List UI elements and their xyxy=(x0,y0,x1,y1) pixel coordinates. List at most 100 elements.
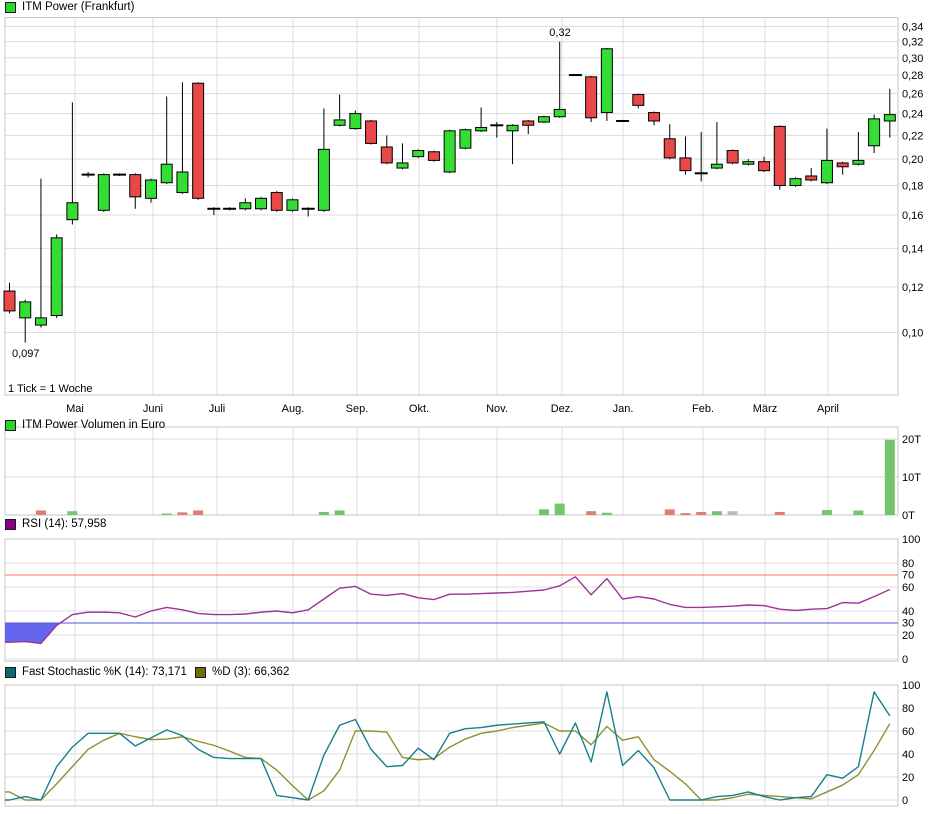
candle-body xyxy=(256,198,267,208)
main-legend-swatch-icon xyxy=(5,2,16,13)
candlesticks xyxy=(4,42,895,343)
candle-body xyxy=(193,83,204,198)
price-axis-label: 0,14 xyxy=(902,243,923,255)
chart-canvas: 0,340,320,300,280,260,240,220,200,180,16… xyxy=(0,0,940,814)
candle-body xyxy=(130,175,141,197)
volume-bar xyxy=(712,511,722,515)
doji-dash xyxy=(207,208,220,210)
candle-body xyxy=(318,149,329,210)
stochastic-d-line xyxy=(5,723,890,800)
volume-bar xyxy=(586,511,596,515)
candle-body xyxy=(177,172,188,193)
volume-bar xyxy=(67,511,77,515)
candle-body xyxy=(538,117,549,122)
candle-body xyxy=(145,180,156,198)
volume-bar xyxy=(602,513,612,515)
stochastic-d-legend: %D (3): 66,362 xyxy=(195,666,289,678)
candle-body xyxy=(67,203,78,220)
rsi-axis-label: 0 xyxy=(902,654,908,666)
volume-panel-title: ITM Power Volumen in Euro xyxy=(22,419,165,431)
stochastic-k-swatch-icon xyxy=(5,667,16,678)
candle-body xyxy=(397,163,408,168)
price-axis-label: 0,10 xyxy=(902,327,923,339)
candle-body xyxy=(240,203,251,209)
candle-body xyxy=(711,164,722,168)
rsi-panel-title: RSI (14): 57,958 xyxy=(22,518,106,530)
volume-bar xyxy=(36,510,46,515)
candle-body xyxy=(774,126,785,185)
volume-axis-label: 20T xyxy=(902,434,921,446)
rsi-axis-label: 20 xyxy=(902,630,914,642)
candle-body xyxy=(334,120,345,125)
candle-body xyxy=(680,158,691,171)
rsi-axis-label: 80 xyxy=(902,558,914,570)
candle-body xyxy=(460,130,471,148)
doji-dash xyxy=(569,74,582,76)
stochastic-axis-label: 40 xyxy=(902,749,914,761)
candle-body xyxy=(601,49,612,113)
stock-chart-screen: 0,340,320,300,280,260,240,220,200,180,16… xyxy=(0,0,940,814)
rsi-axis-label: 40 xyxy=(902,606,914,618)
volume-bar xyxy=(853,510,863,515)
volume-axis-label: 10T xyxy=(902,472,921,484)
candle-body xyxy=(366,121,377,143)
candle-body xyxy=(790,179,801,186)
candle-body xyxy=(853,160,864,164)
stochastic-axis-label: 100 xyxy=(902,680,920,692)
rsi-axis-label: 100 xyxy=(902,534,920,546)
month-axis-label: Feb. xyxy=(692,403,714,415)
price-axis-label: 0,20 xyxy=(902,154,923,166)
doji-dash xyxy=(490,124,503,126)
candle-body xyxy=(20,302,31,318)
rsi-panel-legend: RSI (14): 57,958 xyxy=(5,518,106,530)
candle-body xyxy=(664,139,675,158)
volume-panel-legend: ITM Power Volumen in Euro xyxy=(5,419,165,431)
volume-bar xyxy=(162,513,172,515)
stochastic-axis-label: 60 xyxy=(902,726,914,738)
stochastic-k-legend: Fast Stochastic %K (14): 73,171 xyxy=(5,666,187,678)
candle-body xyxy=(476,127,487,130)
price-axis-label: 0,26 xyxy=(902,89,923,101)
main-chart-title: ITM Power (Frankfurt) xyxy=(22,1,134,13)
volume-bar xyxy=(335,510,345,515)
rsi-plot: 7030 xyxy=(5,570,914,644)
oversold-label: 30 xyxy=(902,618,914,630)
candle-body xyxy=(381,147,392,163)
volume-bar xyxy=(885,440,895,515)
candle-body xyxy=(869,119,880,146)
candle-body xyxy=(98,175,109,211)
stochastic-axis-label: 80 xyxy=(902,703,914,715)
stochastic-k-title: Fast Stochastic %K (14): 73,171 xyxy=(22,666,187,678)
candle-body xyxy=(4,291,15,311)
candle-body xyxy=(287,200,298,211)
candle-body xyxy=(428,152,439,161)
candle-body xyxy=(649,113,660,121)
candle-body xyxy=(821,160,832,182)
price-axis-label: 0,18 xyxy=(902,180,923,192)
annotations: 0,320,0971 Tick = 1 Woche xyxy=(8,27,571,395)
candle-body xyxy=(271,193,282,211)
price-axis-label: 0,32 xyxy=(902,37,923,49)
doji-dash xyxy=(113,174,126,176)
price-axis-label: 0,28 xyxy=(902,70,923,82)
candle-body xyxy=(444,131,455,172)
volume-bar xyxy=(728,511,738,515)
month-axis-label: Dez. xyxy=(551,403,574,415)
volume-bar xyxy=(555,504,565,515)
volume-bar xyxy=(696,512,706,515)
doji-dash xyxy=(223,208,236,210)
month-axis-label: Mai xyxy=(66,403,84,415)
month-axis-label: Okt. xyxy=(409,403,429,415)
volume-axis-label: 0T xyxy=(902,510,915,522)
candle-body xyxy=(806,176,817,180)
volume-bar xyxy=(177,512,187,515)
month-axis-label: Aug. xyxy=(282,403,305,415)
candle-body xyxy=(554,109,565,116)
low-price-annotation: 0,097 xyxy=(12,348,40,360)
volume-bar xyxy=(680,513,690,515)
volume-bar xyxy=(822,510,832,515)
main-chart-legend: ITM Power (Frankfurt) xyxy=(5,1,134,13)
stochastic-axis-label: 20 xyxy=(902,772,914,784)
price-axis-label: 0,30 xyxy=(902,53,923,65)
doji-dash xyxy=(695,172,708,174)
